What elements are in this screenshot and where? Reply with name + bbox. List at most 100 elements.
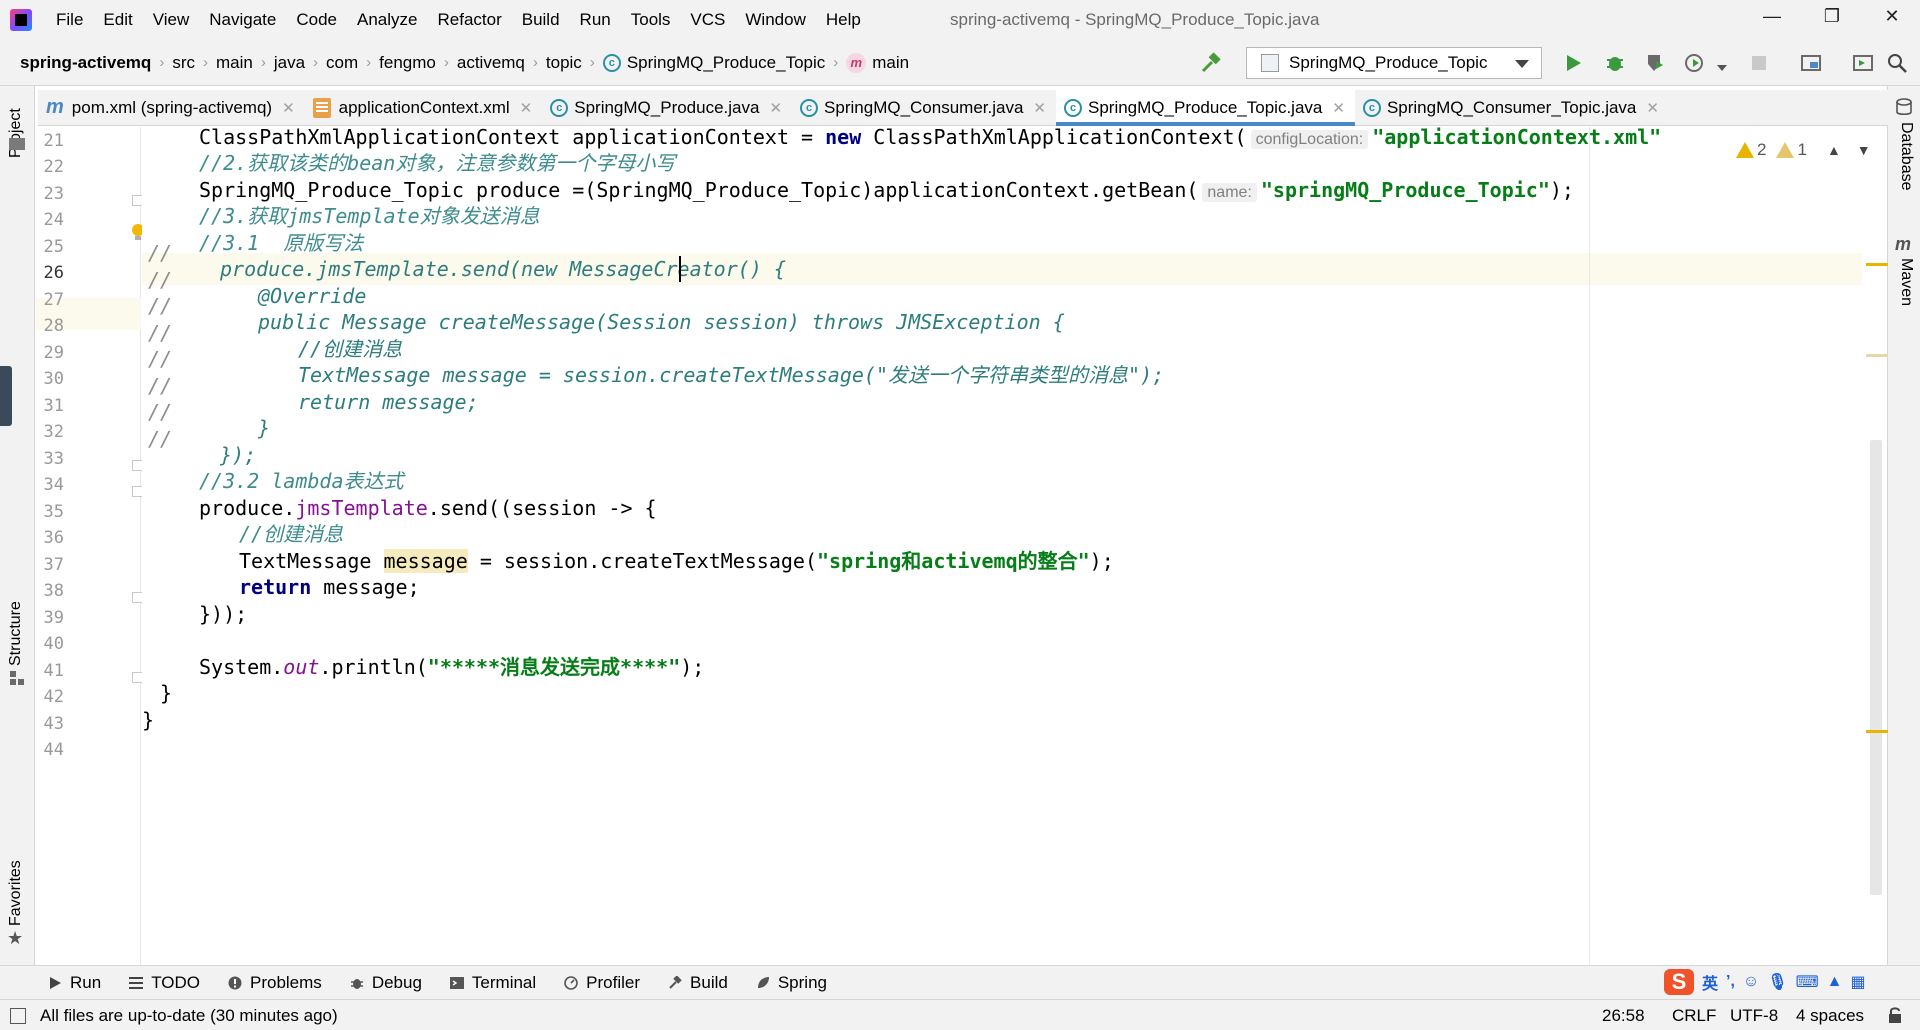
breadcrumb-com[interactable]: com [326,53,358,73]
debug-icon[interactable] [1604,52,1626,74]
tab-springmq-consumer-topic[interactable]: c SpringMQ_Consumer_Topic.java ✕ [1355,90,1669,125]
menu-build[interactable]: Build [512,10,570,30]
inspection-widget[interactable]: 2 1 ▲ ▼ [1730,140,1871,160]
status-message[interactable]: All files are up-to-date (30 minutes ago… [40,1006,338,1026]
minimize-icon[interactable]: — [1752,6,1792,32]
warning-stripe-marker[interactable] [1866,730,1888,733]
ime-emoji-icon[interactable]: ☺ [1743,973,1759,991]
profiler-tool-button[interactable]: Profiler [564,973,640,993]
menu-edit[interactable]: Edit [93,10,142,30]
ime-toolbox-icon[interactable]: ▦ [1851,972,1866,992]
menu-refactor[interactable]: Refactor [427,10,511,30]
build-tool-button[interactable]: Build [668,973,728,993]
breadcrumb-topic[interactable]: topic [546,53,582,73]
maven-icon: m [46,96,64,118]
todo-list-icon [129,976,144,989]
database-tool-button[interactable]: Database [1897,122,1915,191]
build-hammer-icon[interactable] [1200,52,1222,74]
warning-stripe-marker[interactable] [1866,263,1888,266]
stop-icon[interactable] [1748,52,1770,74]
chevron-down-icon [1515,60,1529,68]
tab-application-context-xml[interactable]: applicationContext.xml ✕ [305,90,543,125]
chevron-down-icon[interactable] [1716,58,1728,71]
project-structure-icon[interactable] [1800,52,1822,74]
terminal-tool-button[interactable]: Terminal [449,972,537,993]
problems-tool-button[interactable]: Problems [228,973,322,993]
comment-text: //创建消息 [298,337,403,361]
sogou-ime-icon[interactable]: S [1664,969,1694,995]
tab-springmq-consumer[interactable]: c SpringMQ_Consumer.java ✕ [792,90,1056,125]
code-editor[interactable]: ClassPathXmlApplicationContext applicati… [142,127,1862,965]
menu-code[interactable]: Code [286,10,347,30]
ime-voice-icon[interactable]: 🎙 [1767,972,1787,992]
caret-position[interactable]: 26:58 [1602,1006,1645,1026]
breadcrumb-src[interactable]: src [172,53,195,73]
run-tool-button[interactable]: Run [48,973,101,993]
menu-help[interactable]: Help [816,10,871,30]
tab-pom-xml[interactable]: m pom.xml (spring-activemq) ✕ [38,90,305,125]
menu-run[interactable]: Run [570,10,621,30]
tab-springmq-produce[interactable]: c SpringMQ_Produce.java ✕ [542,90,792,125]
navigation-bar: spring-activemq › src › main › java › co… [0,40,1920,86]
file-encoding[interactable]: UTF-8 [1730,1006,1778,1026]
search-icon[interactable] [1886,52,1908,74]
breadcrumb-method[interactable]: m main [846,52,909,73]
lock-icon[interactable] [1886,1006,1904,1024]
breadcrumb-fengmo[interactable]: fengmo [379,53,436,73]
left-tool-strip: Project Structure Favorites ★ [0,86,35,966]
menu-view[interactable]: View [143,10,200,30]
structure-tool-button[interactable]: Structure [7,601,25,666]
menu-navigate[interactable]: Navigate [199,10,286,30]
menu-vcs[interactable]: VCS [680,10,735,30]
project-tool-button[interactable]: Project [7,108,25,158]
chevron-right-icon: › [159,54,165,71]
run-icon[interactable] [1562,52,1584,74]
terminal-tool-label: Terminal [471,972,537,992]
project-tool-label: Project [7,108,24,158]
run-anything-icon[interactable] [1852,52,1874,74]
line-separator[interactable]: CRLF [1672,1006,1716,1026]
indent-setting[interactable]: 4 spaces [1796,1006,1864,1026]
chevron-down-icon[interactable]: ▼ [1857,142,1871,158]
breadcrumb-activemq[interactable]: activemq [457,53,525,73]
debug-tool-button[interactable]: Debug [350,973,422,993]
profiler-tool-label: Profiler [586,972,641,992]
run-configuration-select[interactable]: SpringMQ_Produce_Topic [1246,47,1542,79]
close-icon[interactable]: ✕ [1332,99,1345,117]
menu-tools[interactable]: Tools [621,10,681,30]
ime-skin-icon[interactable]: ▲ [1827,973,1843,991]
breadcrumb-project[interactable]: spring-activemq [20,53,151,73]
comment-text: //3.1 原版写法 [199,231,364,255]
profiler-icon [564,975,578,990]
favorites-tool-button[interactable]: Favorites [7,860,25,926]
breadcrumb-java[interactable]: java [274,53,305,73]
coverage-icon[interactable] [1644,52,1666,74]
spring-tool-button[interactable]: Spring [756,973,827,993]
restore-icon[interactable]: ❐ [1812,6,1852,32]
breadcrumb-main[interactable]: main [216,53,253,73]
close-icon[interactable]: ✕ [282,99,295,117]
ime-keyboard-icon[interactable]: ⌨ [1796,972,1819,992]
maven-tool-button[interactable]: Maven [1897,258,1915,306]
weak-warning-stripe-marker[interactable] [1866,354,1888,357]
tab-springmq-produce-topic[interactable]: c SpringMQ_Produce_Topic.java ✕ [1056,90,1355,126]
database-icon [1896,98,1912,116]
database-tool-label: Database [1898,122,1915,191]
profiler-icon[interactable] [1684,52,1706,74]
side-handle-icon[interactable] [0,366,12,426]
event-log-icon[interactable] [10,1008,26,1024]
close-icon[interactable]: ✕ [1646,99,1659,117]
close-icon[interactable]: ✕ [769,99,782,117]
menu-file[interactable]: File [46,10,93,30]
close-icon[interactable]: ✕ [1033,99,1046,117]
ime-punctuation-icon[interactable]: ’, [1726,973,1735,991]
breadcrumb-class[interactable]: c SpringMQ_Produce_Topic [602,53,825,73]
close-icon[interactable]: ✕ [520,99,533,117]
menu-analyze[interactable]: Analyze [347,10,427,30]
close-window-icon[interactable]: ✕ [1872,6,1912,32]
chevron-up-icon[interactable]: ▲ [1827,142,1841,158]
ime-language-toggle[interactable]: 英 [1702,970,1718,994]
todo-tool-button[interactable]: TODO [129,973,200,993]
menu-window[interactable]: Window [735,10,815,30]
editor-scrollbar[interactable] [1870,440,1882,895]
